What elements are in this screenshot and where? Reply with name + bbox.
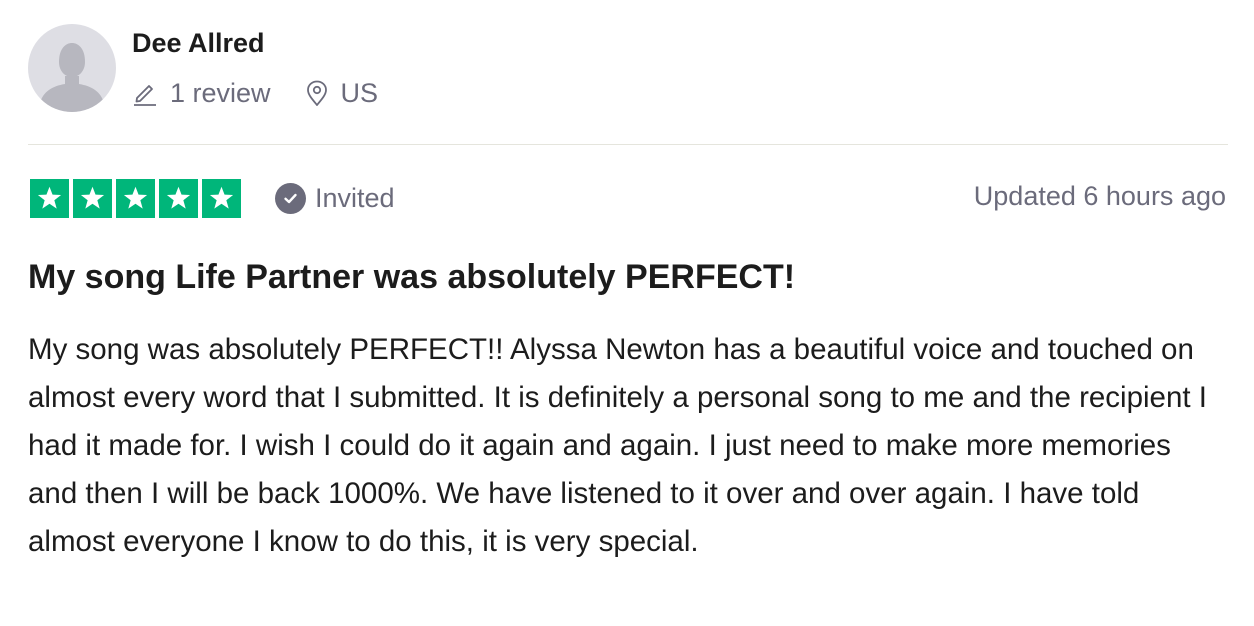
check-circle-icon <box>275 182 306 214</box>
invited-label: Invited <box>315 182 395 213</box>
country: US <box>305 77 379 109</box>
invited-badge[interactable]: Invited <box>275 182 395 214</box>
star-icon <box>80 186 105 209</box>
location-pin-icon <box>305 79 329 107</box>
country-text: US <box>340 77 379 108</box>
avatar[interactable] <box>28 24 116 112</box>
star-rating <box>30 178 241 218</box>
author-name[interactable]: Dee Allred <box>132 28 265 59</box>
star-icon <box>37 186 62 209</box>
star-4 <box>159 178 198 218</box>
review-count-text: 1 review <box>170 77 271 108</box>
star-5 <box>202 178 241 218</box>
review-title[interactable]: My song Life Partner was absolutely PERF… <box>28 258 795 297</box>
review-body: My song was absolutely PERFECT!! Alyssa … <box>28 333 1207 558</box>
star-icon <box>209 186 234 209</box>
star-1 <box>30 178 69 218</box>
rating-row: Invited <box>30 178 395 218</box>
review-date: Updated 6 hours ago <box>973 181 1226 211</box>
user-silhouette-icon <box>40 43 104 112</box>
author-meta: 1 review US <box>132 74 378 112</box>
review-count: 1 review <box>132 78 271 109</box>
star-icon <box>123 186 148 209</box>
star-2 <box>73 178 112 218</box>
divider <box>28 144 1228 145</box>
star-3 <box>116 178 155 218</box>
pencil-icon <box>132 80 158 106</box>
star-icon <box>166 186 191 209</box>
review-card: Dee Allred 1 review US Invited Updated 6… <box>0 0 1254 626</box>
